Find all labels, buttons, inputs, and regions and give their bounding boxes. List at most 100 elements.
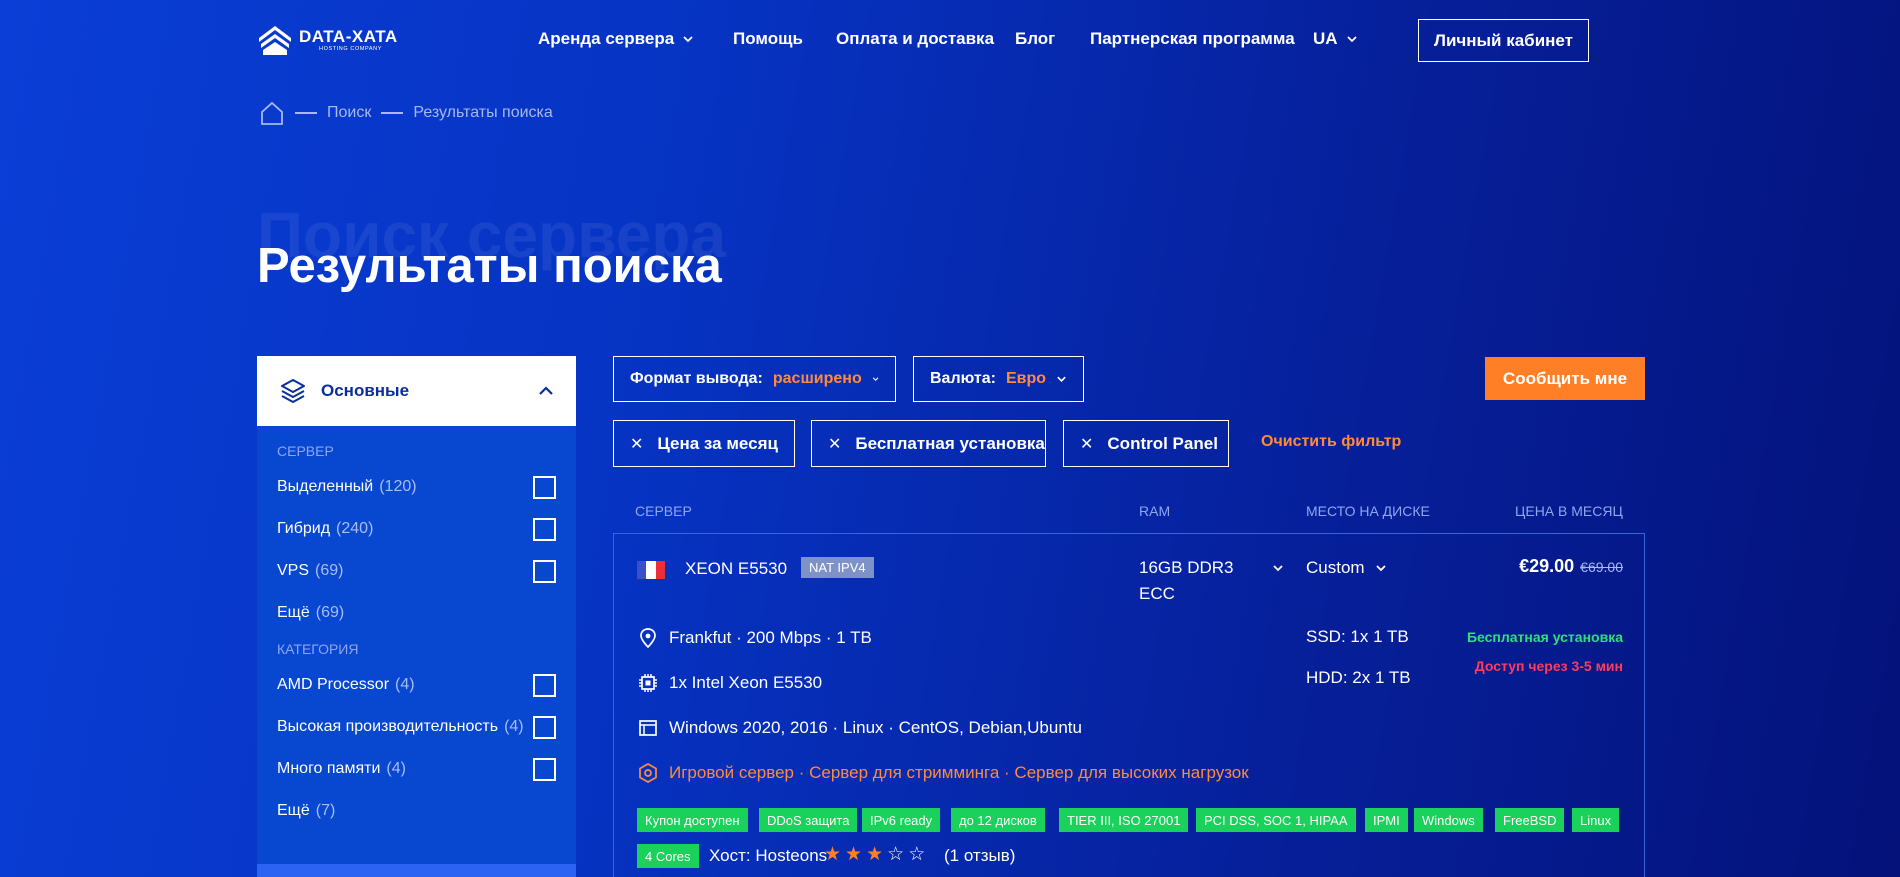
option-count: (4): [395, 676, 415, 693]
free-install-note: Бесплатная установка: [1466, 629, 1623, 645]
flag-france-icon: [637, 561, 665, 579]
active-filter-chip-price[interactable]: ✕ Цена за месяц: [613, 420, 795, 467]
sidebar-basic-toggle[interactable]: Основные: [257, 356, 576, 426]
active-filter-chip-free-install[interactable]: ✕ Бесплатная установка: [811, 420, 1046, 467]
close-icon[interactable]: ✕: [630, 434, 643, 454]
badge-tier: TIER III, ISO 27001: [1059, 808, 1189, 832]
nav-item-partner-program[interactable]: Партнерская программа: [1090, 29, 1295, 49]
nav-item-blog[interactable]: Блог: [1015, 29, 1055, 49]
column-header-ram: RAM: [1139, 503, 1171, 519]
price-old: €69.00: [1580, 559, 1623, 575]
flag-stripe: [646, 561, 656, 579]
close-icon[interactable]: ✕: [828, 434, 841, 454]
checkbox[interactable]: [533, 757, 556, 781]
checkbox[interactable]: [533, 673, 556, 697]
checkbox[interactable]: [533, 517, 556, 541]
option-label: VPS: [277, 562, 310, 579]
filter-option-high-memory[interactable]: Много памяти (4): [257, 748, 576, 790]
filter-option-amd[interactable]: AMD Processor (4): [257, 664, 576, 706]
chevron-down-icon: [1375, 565, 1386, 572]
cpu-line: 1x Intel Xeon E5530: [637, 672, 822, 694]
star-empty-icon[interactable]: ☆: [908, 843, 925, 866]
star-filled-icon[interactable]: ★: [824, 843, 841, 866]
filter-option-dedicated[interactable]: Выделенный (120): [257, 466, 576, 508]
option-label: Ещё: [277, 802, 310, 819]
nav-label: Партнерская программа: [1090, 29, 1295, 48]
price-current: €29.00: [1519, 556, 1575, 576]
checkbox[interactable]: [533, 559, 556, 583]
notify-me-button[interactable]: Сообщить мне: [1485, 357, 1645, 400]
rating-stars[interactable]: ★ ★ ★ ☆ ☆: [824, 843, 925, 866]
breadcrumb-separator: [295, 112, 317, 114]
nav-item-payment-delivery[interactable]: Оплата и доставка: [836, 29, 994, 49]
badge-cores: 4 Cores: [637, 844, 699, 868]
nav-label: Помощь: [733, 29, 803, 48]
nav-item-help[interactable]: Помощь: [733, 29, 803, 49]
server-name[interactable]: XEON E5530: [685, 559, 787, 579]
nat-tag: NAT IPV4: [801, 557, 874, 578]
settings-hexagon-icon: [639, 763, 657, 783]
badge-linux: Linux: [1572, 808, 1620, 832]
clear-filter-link[interactable]: Очистить фильтр: [1261, 433, 1401, 451]
logo[interactable]: DATA-XATA HOSTING COMPANY: [257, 22, 398, 58]
personal-cabinet-button[interactable]: Личный кабинет: [1418, 19, 1589, 62]
location-text: Frankfut · 200 Mbps · 1 TB: [669, 628, 872, 647]
logo-tagline: HOSTING COMPANY: [319, 45, 382, 52]
breadcrumb-search-link[interactable]: Поиск: [327, 104, 371, 122]
host-label: Хост: Hosteons: [709, 846, 828, 865]
filter-option-vps[interactable]: VPS (69): [257, 550, 576, 592]
sidebar-next-section[interactable]: [257, 864, 576, 877]
option-count: (69): [315, 604, 345, 621]
option-label: Много памяти: [277, 760, 381, 777]
star-filled-icon[interactable]: ★: [845, 843, 862, 866]
chevron-down-icon: [1346, 36, 1357, 43]
location-pin-icon: [640, 628, 656, 649]
checkbox[interactable]: [533, 715, 556, 739]
price-block: €29.00 €69.00: [1519, 556, 1623, 577]
star-empty-icon[interactable]: ☆: [887, 843, 904, 866]
close-icon[interactable]: ✕: [1080, 434, 1093, 454]
filter-server-more-link[interactable]: Ещё (69): [257, 592, 576, 634]
nav-label: Оплата и доставка: [836, 29, 995, 48]
ssd-info: SSD: 1x 1 TB: [1306, 627, 1409, 646]
nav-item-server-rent[interactable]: Аренда сервера: [538, 29, 694, 49]
logo-name: DATA-XATA: [299, 26, 398, 46]
chevron-up-icon: [539, 386, 553, 395]
star-filled-icon[interactable]: ★: [866, 843, 883, 866]
cpu-text: 1x Intel Xeon E5530: [669, 673, 823, 692]
sidebar-section-server: СЕРВЕР: [277, 443, 334, 459]
filter-sidebar: Основные СЕРВЕР Выделенный (120) Гибрид (2…: [257, 356, 576, 877]
column-header-disk: МЕСТО НА ДИСКЕ: [1306, 503, 1430, 519]
filter-option-high-performance[interactable]: Высокая производительность (4): [257, 706, 576, 748]
os-line: Windows 2020, 2016 · Linux · CentOS, Deb…: [637, 717, 1082, 739]
purpose-text: Игровой сервер · Сервер для стримминга ·…: [669, 763, 1249, 782]
active-filter-chip-control-panel[interactable]: ✕ Control Panel: [1063, 420, 1229, 467]
nav-item-language[interactable]: UA: [1313, 29, 1358, 49]
ram-value: 16GB DDR3: [1139, 558, 1234, 577]
option-label: AMD Processor: [277, 676, 390, 693]
page-title: Результаты поиска: [257, 239, 722, 293]
filter-option-hybrid[interactable]: Гибрид (240): [257, 508, 576, 550]
reviews-link[interactable]: (1 отзыв): [944, 846, 1015, 866]
dropdown-label: Формат вывода:: [630, 370, 763, 387]
currency-dropdown[interactable]: Валюта: Евро: [913, 356, 1084, 402]
chip-label: Control Panel: [1107, 433, 1218, 453]
badge-disks: до 12 дисков: [951, 808, 1045, 832]
output-format-dropdown[interactable]: Формат вывода: расширено: [613, 356, 896, 402]
badge-ipmi: IPMI: [1365, 808, 1408, 832]
dropdown-label: Валюта:: [930, 370, 996, 387]
disk-select[interactable]: Custom: [1306, 558, 1387, 578]
location-line: Frankfut · 200 Mbps · 1 TB: [637, 627, 872, 649]
nav-label: Аренда сервера: [538, 29, 675, 48]
disk-select-value: Custom: [1306, 558, 1365, 577]
checkbox[interactable]: [533, 475, 556, 499]
ram-select[interactable]: 16GB DDR3 ECC: [1139, 558, 1284, 604]
filter-category-more-link[interactable]: Ещё (7): [257, 790, 576, 832]
server-card[interactable]: XEON E5530 NAT IPV4 16GB DDR3 ECC Custom…: [613, 533, 1645, 877]
column-header-server: СЕРВЕР: [635, 503, 692, 519]
chevron-down-icon: [1273, 565, 1283, 572]
home-icon[interactable]: [259, 100, 285, 126]
option-label: Выделенный: [277, 478, 374, 495]
option-count: (7): [315, 802, 336, 819]
nav-label: UA: [1313, 29, 1338, 48]
